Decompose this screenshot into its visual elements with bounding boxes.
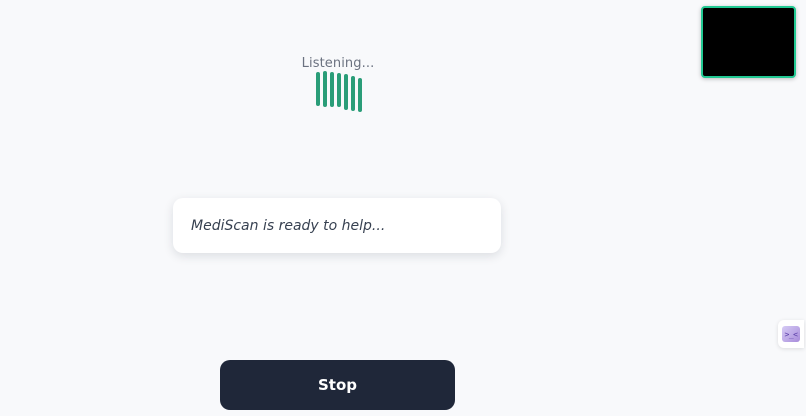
waveform-bar bbox=[344, 74, 348, 110]
extension-icon: >_< bbox=[782, 326, 800, 342]
assistant-message-text: MediScan is ready to help... bbox=[191, 217, 386, 234]
waveform-bar bbox=[358, 78, 362, 112]
camera-preview[interactable] bbox=[701, 6, 796, 78]
waveform-bar bbox=[351, 76, 355, 111]
waveform-bar bbox=[316, 72, 320, 106]
waveform-bar bbox=[337, 73, 341, 107]
assistant-message-card: MediScan is ready to help... bbox=[173, 198, 501, 253]
listening-indicator: Listening... bbox=[298, 55, 378, 112]
stop-button[interactable]: Stop bbox=[220, 360, 455, 410]
waveform-bar bbox=[330, 72, 334, 107]
extension-glyph: >_< bbox=[784, 329, 798, 339]
waveform-bar bbox=[323, 71, 327, 107]
side-extension-tab[interactable]: >_< bbox=[778, 320, 804, 348]
audio-waveform-bars bbox=[316, 71, 364, 113]
